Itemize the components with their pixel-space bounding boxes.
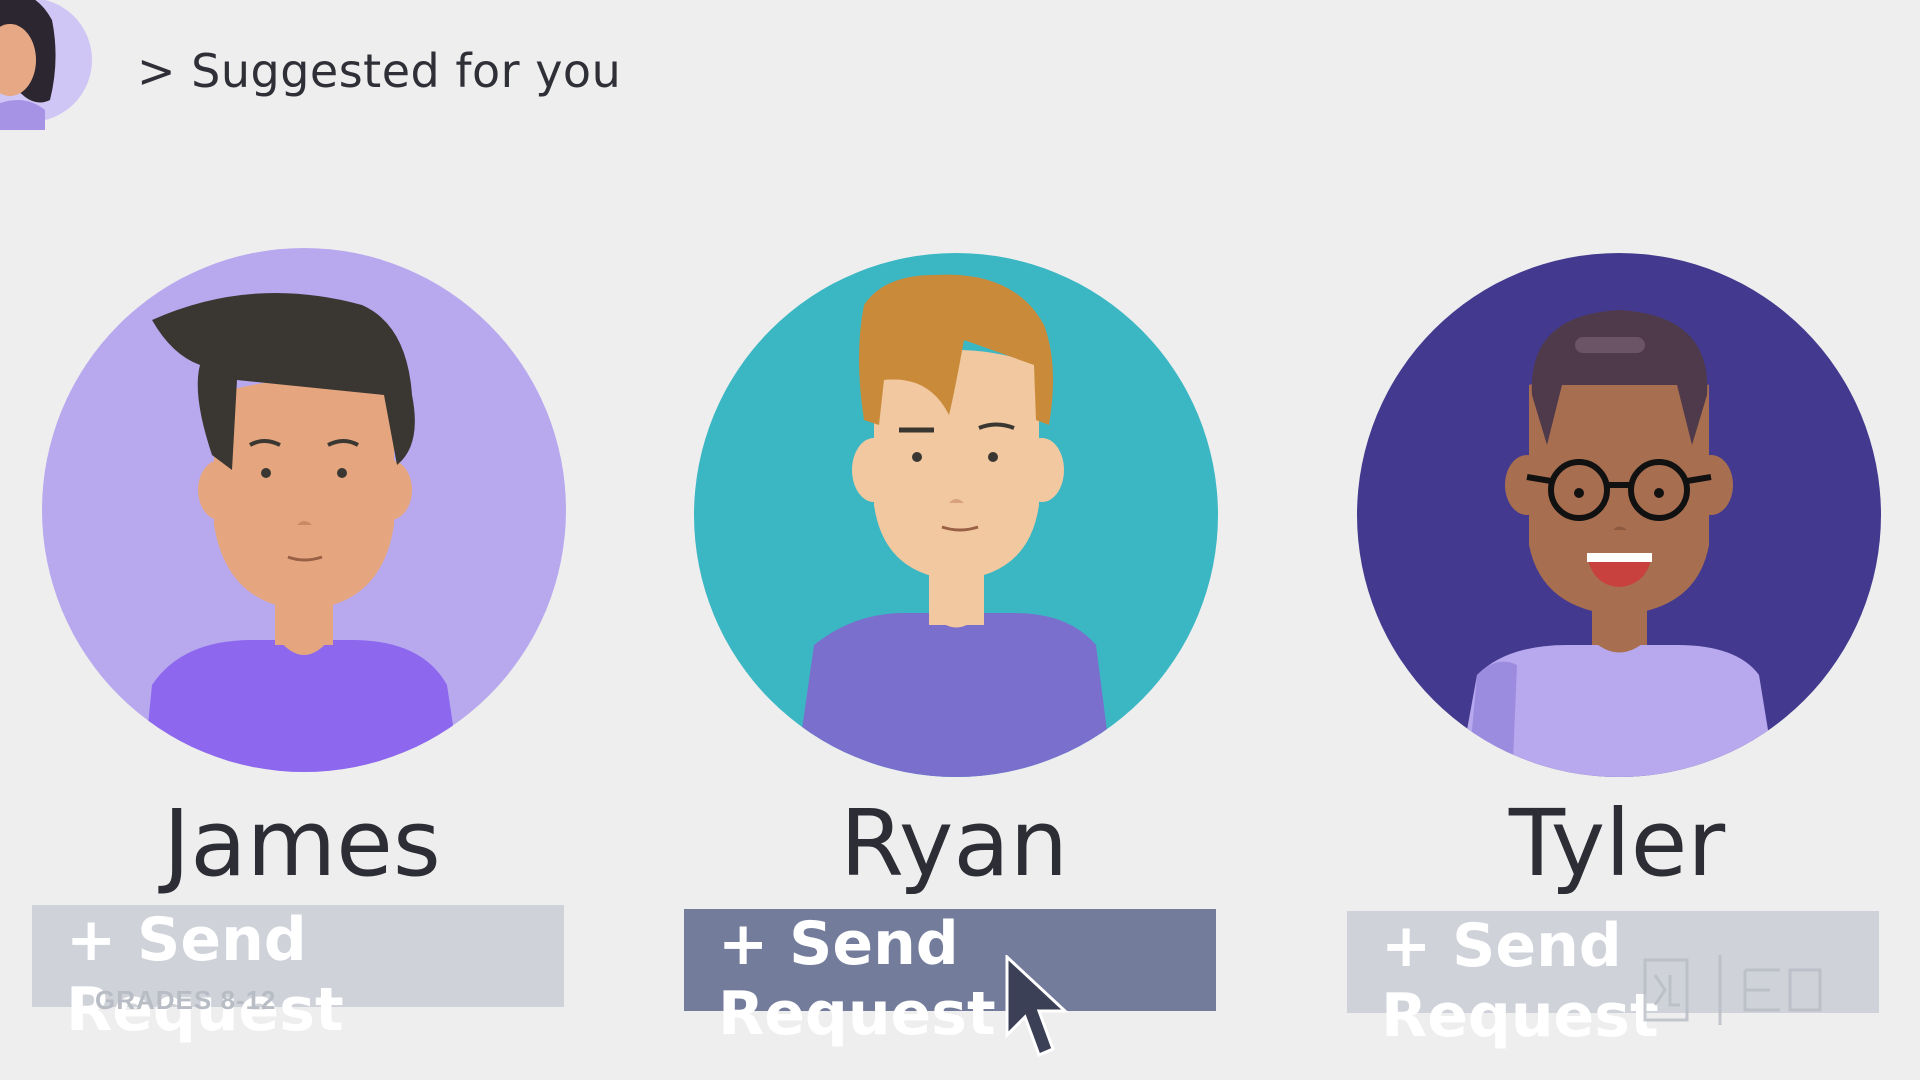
avatar-james[interactable] xyxy=(32,245,572,785)
suggestion-card-james: James + Send Request xyxy=(32,245,572,1045)
suggestion-name: Ryan xyxy=(839,790,1069,897)
suggestion-name: James xyxy=(163,790,441,897)
current-user-avatar[interactable] xyxy=(0,0,105,140)
avatar-ryan[interactable] xyxy=(684,245,1224,785)
avatar-tyler[interactable] xyxy=(1347,245,1887,785)
brand-watermark-logo xyxy=(1643,955,1822,1025)
mouse-cursor-icon xyxy=(1005,955,1069,1058)
suggestion-card-ryan: Ryan + Send Request xyxy=(684,245,1224,1049)
grades-watermark: GRADES 8-12 xyxy=(95,985,277,1015)
suggestion-name: Tyler xyxy=(1508,790,1726,897)
suggestion-card-tyler: Tyler + Send Request xyxy=(1347,245,1887,1051)
section-title: > Suggested for you xyxy=(137,44,622,98)
send-request-button-ryan[interactable]: + Send Request xyxy=(684,909,1216,1049)
